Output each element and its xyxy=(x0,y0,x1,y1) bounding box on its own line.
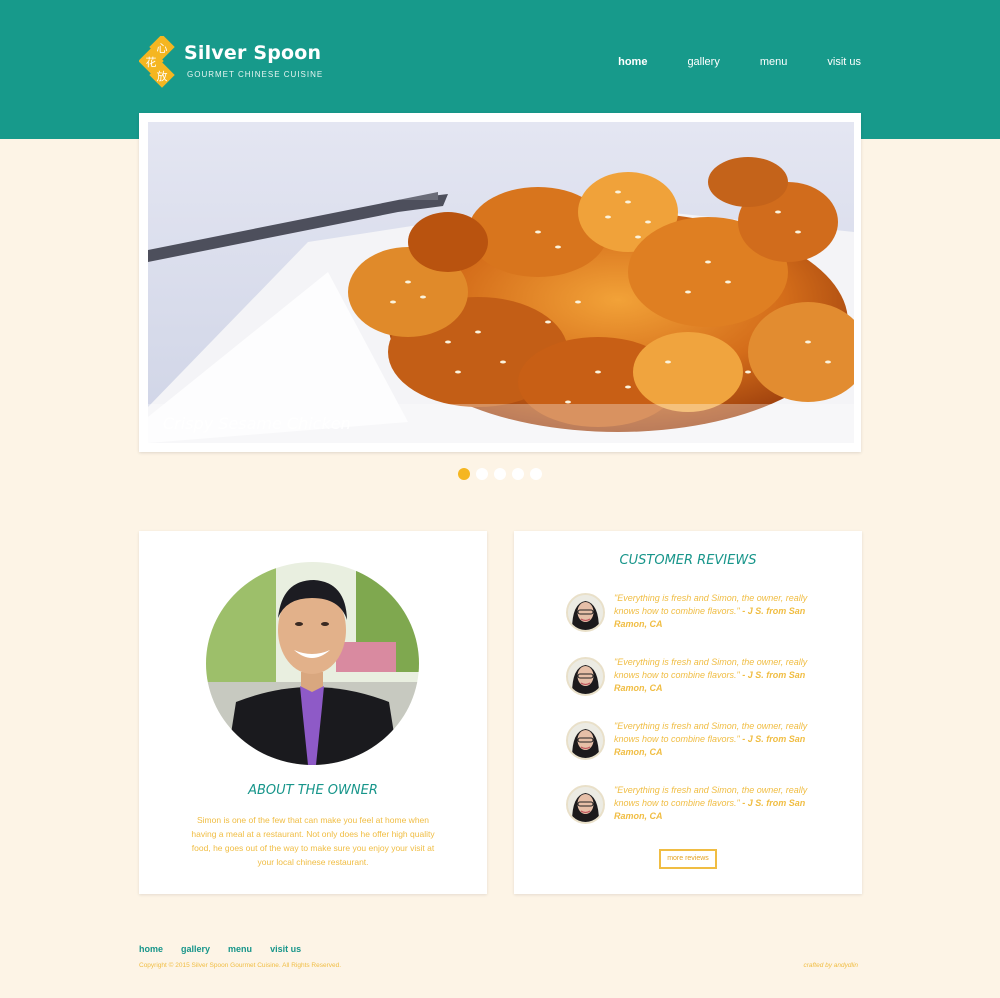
slide-caption: Crispy Sesame Chicken xyxy=(163,414,351,433)
about-owner-card: ABOUT THE OWNER Simon is one of the few … xyxy=(139,531,487,894)
sesame-chicken-photo xyxy=(148,122,854,443)
logo[interactable]: 心 花 放 Silver Spoon GOURMET CHINESE CUISI… xyxy=(139,36,322,90)
slider-dot-5[interactable] xyxy=(530,468,542,480)
owner-portrait xyxy=(206,562,419,765)
image-slider[interactable]: Crispy Sesame Chicken xyxy=(139,113,861,452)
reviewer-avatar xyxy=(566,657,605,696)
nav-gallery[interactable]: gallery xyxy=(687,56,719,68)
logo-glyph-2: 花 xyxy=(146,56,157,69)
review-text: "Everything is fresh and Simon, the owne… xyxy=(614,784,814,823)
footer-link-visit-us[interactable]: visit us xyxy=(270,944,301,954)
slider-dot-1[interactable] xyxy=(458,468,470,480)
logo-glyph-3: 放 xyxy=(157,69,168,83)
customer-reviews-card: CUSTOMER REVIEWS "Everything is fresh an… xyxy=(514,531,862,894)
nav-visit-us[interactable]: visit us xyxy=(827,56,861,68)
review-item: "Everything is fresh and Simon, the owne… xyxy=(566,592,816,632)
more-reviews-button[interactable]: more reviews xyxy=(659,849,717,869)
brand-name: Silver Spoon xyxy=(184,42,322,64)
about-owner-heading: ABOUT THE OWNER xyxy=(248,783,378,798)
review-item: "Everything is fresh and Simon, the owne… xyxy=(566,720,816,760)
slide-image: Crispy Sesame Chicken xyxy=(148,122,854,443)
about-owner-text: Simon is one of the few that can make yo… xyxy=(191,815,435,867)
logo-glyph-1: 心 xyxy=(157,42,168,55)
brand-tagline: GOURMET CHINESE CUISINE xyxy=(187,70,324,79)
owner-photo xyxy=(206,562,419,765)
slider-dot-2[interactable] xyxy=(476,468,488,480)
slider-dot-4[interactable] xyxy=(512,468,524,480)
logo-mark-icon: 心 花 放 xyxy=(139,36,175,88)
footer-link-gallery[interactable]: gallery xyxy=(181,944,210,954)
copyright-text: Copyright © 2015 Silver Spoon Gourmet Cu… xyxy=(139,962,342,969)
reviewer-avatar xyxy=(566,721,605,760)
review-text: "Everything is fresh and Simon, the owne… xyxy=(614,720,814,759)
nav-menu[interactable]: menu xyxy=(760,56,788,68)
customer-reviews-heading: CUSTOMER REVIEWS xyxy=(619,553,757,568)
nav-home[interactable]: home xyxy=(618,56,647,68)
review-item: "Everything is fresh and Simon, the owne… xyxy=(566,656,816,696)
credit-link[interactable]: crafted by andydlin xyxy=(803,962,858,969)
slider-dot-3[interactable] xyxy=(494,468,506,480)
reviewer-avatar xyxy=(566,593,605,632)
caption-bar: Crispy Sesame Chicken xyxy=(148,404,854,443)
footer-link-menu[interactable]: menu xyxy=(228,944,252,954)
review-item: "Everything is fresh and Simon, the owne… xyxy=(566,784,816,824)
slider-pagination xyxy=(458,468,548,480)
review-text: "Everything is fresh and Simon, the owne… xyxy=(614,592,814,631)
main-nav: home gallery menu visit us xyxy=(578,56,861,68)
reviewer-avatar xyxy=(566,785,605,824)
footer-link-home[interactable]: home xyxy=(139,944,163,954)
review-text: "Everything is fresh and Simon, the owne… xyxy=(614,656,814,695)
footer-nav: home gallery menu visit us xyxy=(139,944,319,954)
